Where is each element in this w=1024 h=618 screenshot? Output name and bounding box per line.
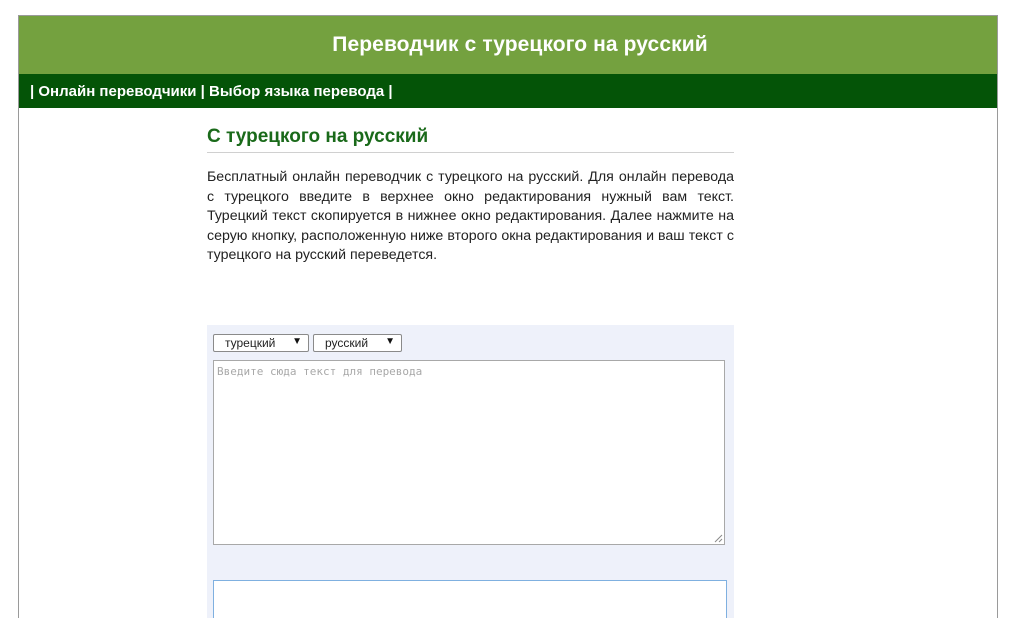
translator-panel: турецкий ▼ русский ▼ <box>207 325 734 618</box>
translation-output-box[interactable] <box>213 580 727 618</box>
nav-separator: | <box>30 82 39 100</box>
chevron-down-icon: ▼ <box>385 336 395 347</box>
description-text: Бесплатный онлайн переводчик с турецкого… <box>207 169 734 263</box>
nav-separator: | <box>384 82 393 100</box>
resize-handle-icon[interactable] <box>713 533 723 543</box>
nav-link-language-choice[interactable]: Выбор языка перевода <box>209 83 384 100</box>
page-title: С турецкого на русский <box>207 126 734 153</box>
source-language-select[interactable]: турецкий ▼ <box>213 334 309 352</box>
source-language-value: турецкий <box>225 336 276 350</box>
source-text-input[interactable] <box>213 360 725 545</box>
site-title: Переводчик с турецкого на русский <box>332 33 708 56</box>
target-language-select[interactable]: русский ▼ <box>313 334 402 352</box>
nav-separator: | <box>196 82 210 100</box>
nav-bar: | Онлайн переводчики | Выбор языка перев… <box>19 74 997 108</box>
chevron-down-icon: ▼ <box>292 336 302 347</box>
page-container: Переводчик с турецкого на русский | Онла… <box>18 15 998 618</box>
language-selectors: турецкий ▼ русский ▼ <box>213 334 402 352</box>
target-language-value: русский <box>325 336 369 350</box>
nav-link-online-translators[interactable]: Онлайн переводчики <box>38 83 196 100</box>
site-header: Переводчик с турецкого на русский <box>19 16 997 74</box>
main-content: С турецкого на русский Бесплатный онлайн… <box>207 126 734 266</box>
